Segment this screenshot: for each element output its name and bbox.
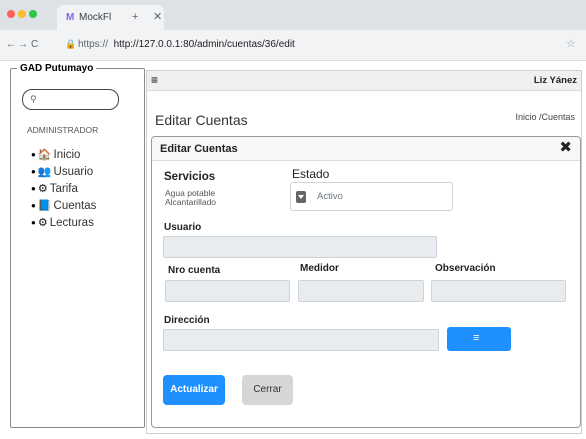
role-label: ADMINISTRADOR bbox=[27, 125, 99, 135]
home-icon: 🏠 bbox=[37, 148, 52, 161]
reload-icon[interactable]: C bbox=[31, 39, 38, 50]
window-controls bbox=[7, 10, 37, 18]
estado-label: Estado bbox=[292, 167, 330, 181]
sidebar-item-usuario[interactable]: ● 👥 Usuario bbox=[31, 163, 96, 180]
forward-icon[interactable]: → bbox=[18, 39, 28, 50]
new-tab-icon[interactable]: + bbox=[132, 11, 138, 23]
update-button[interactable]: Actualizar bbox=[163, 375, 225, 405]
sidebar-item-inicio[interactable]: ● 🏠 Inicio bbox=[31, 146, 96, 163]
chevron-down-icon bbox=[296, 191, 306, 203]
sidebar-item-tarifa[interactable]: ● ⚙ Tarifa bbox=[31, 180, 96, 197]
window-maximize-button[interactable] bbox=[29, 10, 37, 18]
usuario-field[interactable] bbox=[163, 236, 437, 258]
medidor-field[interactable] bbox=[298, 280, 424, 302]
url-field[interactable]: https:// http://127.0.0.1:80/admin/cuent… bbox=[78, 39, 295, 50]
bookmark-star-icon[interactable]: ☆ bbox=[566, 38, 576, 50]
bullet-icon: ● bbox=[31, 217, 36, 227]
bullet-icon: ● bbox=[31, 183, 36, 193]
estado-select[interactable]: Activo bbox=[290, 182, 453, 211]
url-scheme: https:// bbox=[78, 39, 109, 50]
user-name[interactable]: Liz Yánez bbox=[534, 75, 577, 87]
browser-tab[interactable]: M MockFl + ✕ bbox=[57, 5, 164, 30]
lock-icon: 🔒 bbox=[65, 39, 77, 49]
bullet-icon: ● bbox=[31, 149, 36, 159]
sidebar-title: GAD Putumayo bbox=[17, 62, 97, 75]
users-icon: 👥 bbox=[37, 165, 52, 178]
card-title: Editar Cuentas bbox=[160, 143, 238, 155]
sidebar-menu: ● 🏠 Inicio ● 👥 Usuario ● ⚙ Tarifa ● 📘 Cu… bbox=[31, 146, 96, 231]
servicios-label: Servicios bbox=[164, 171, 216, 183]
page-title: Editar Cuentas bbox=[155, 112, 248, 128]
observacion-label: Observación bbox=[435, 263, 496, 274]
bullet-icon: ● bbox=[31, 200, 36, 210]
sidebar: GAD Putumayo ⚲ ADMINISTRADOR ● 🏠 Inicio … bbox=[10, 62, 145, 428]
breadcrumb[interactable]: Inicio /Cuentas bbox=[515, 112, 575, 123]
address-bar: ← → C 🔒 https:// http://127.0.0.1:80/adm… bbox=[0, 30, 586, 61]
edit-account-card: Editar Cuentas ✖ Servicios Agua potable … bbox=[151, 136, 581, 428]
search-input[interactable]: ⚲ bbox=[22, 89, 119, 110]
tab-close-icon[interactable]: ✕ bbox=[153, 11, 162, 23]
direccion-field[interactable] bbox=[163, 329, 439, 351]
main-content: ≡ Liz Yánez Editar Cuentas Inicio /Cuent… bbox=[146, 70, 582, 434]
close-button[interactable]: Cerrar bbox=[242, 375, 293, 405]
sidebar-item-label: Tarifa bbox=[49, 182, 78, 195]
sidebar-item-label: Inicio bbox=[53, 148, 81, 161]
direccion-list-button[interactable]: ≡ bbox=[447, 327, 511, 351]
tab-title: MockFl bbox=[79, 12, 112, 23]
servicio-item: Alcantarillado bbox=[165, 197, 217, 207]
browser-tab-bar: M MockFl + ✕ bbox=[0, 0, 586, 30]
sidebar-item-lecturas[interactable]: ● ⚙ Lecturas bbox=[31, 214, 96, 231]
medidor-label: Medidor bbox=[300, 263, 339, 274]
card-header: Editar Cuentas ✖ bbox=[152, 137, 580, 161]
window-minimize-button[interactable] bbox=[18, 10, 26, 18]
book-icon: 📘 bbox=[37, 199, 52, 212]
usuario-label: Usuario bbox=[164, 222, 202, 233]
sidebar-item-cuentas[interactable]: ● 📘 Cuentas bbox=[31, 197, 96, 214]
url-text: http://127.0.0.1:80/admin/cuentas/36/edi… bbox=[113, 39, 295, 50]
nro-cuenta-label: Nro cuenta bbox=[168, 265, 221, 276]
back-icon[interactable]: ← bbox=[6, 39, 16, 50]
nro-cuenta-field[interactable] bbox=[165, 280, 290, 302]
direccion-label: Dirección bbox=[164, 315, 210, 326]
sidebar-item-label: Usuario bbox=[53, 165, 94, 178]
menu-toggle-icon[interactable]: ≡ bbox=[151, 74, 158, 87]
search-icon: ⚲ bbox=[30, 94, 37, 104]
sidebar-item-label: Cuentas bbox=[53, 199, 97, 212]
gauge-icon: ⚙ bbox=[37, 216, 48, 229]
close-icon[interactable]: ✖ bbox=[559, 140, 572, 156]
list-icon: ≡ bbox=[473, 332, 480, 344]
app-logo-icon: M bbox=[66, 12, 75, 23]
window-close-button[interactable] bbox=[7, 10, 15, 18]
bullet-icon: ● bbox=[31, 166, 36, 176]
observacion-field[interactable] bbox=[431, 280, 566, 302]
top-navbar: ≡ Liz Yánez bbox=[147, 71, 581, 91]
sidebar-item-label: Lecturas bbox=[49, 216, 94, 229]
gauge-icon: ⚙ bbox=[37, 182, 48, 195]
estado-value: Activo bbox=[317, 191, 343, 202]
